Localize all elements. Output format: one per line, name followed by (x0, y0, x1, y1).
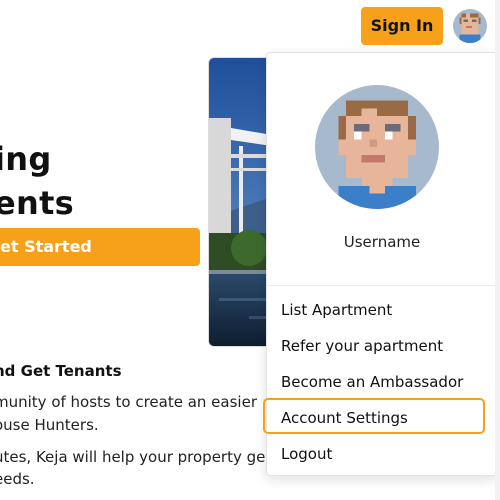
section-paragraph: munity of hosts to create an easier (0, 393, 257, 411)
section-heading: nd Get Tenants (0, 362, 122, 380)
menu-item-account-settings[interactable]: Account Settings (281, 409, 408, 427)
get-started-button[interactable]: et Started (0, 228, 200, 266)
section-paragraph: eeds. (0, 470, 35, 488)
page-scrollbar[interactable] (495, 0, 500, 500)
sign-in-button[interactable]: Sign In (361, 7, 443, 45)
profile-username: Username (343, 233, 421, 251)
hero-title-line2: ents (0, 184, 75, 222)
user-dropdown-menu: Username List Apartment Refer your apart… (263, 52, 498, 476)
menu-item-list-apartment[interactable]: List Apartment (281, 301, 392, 319)
menu-divider (267, 285, 497, 286)
user-avatar-icon[interactable] (453, 9, 487, 43)
hero-title-line1: ing (0, 140, 52, 178)
section-paragraph: utes, Keja will help your property ge (0, 448, 266, 466)
menu-item-refer-apartment[interactable]: Refer your apartment (281, 337, 443, 355)
menu-item-logout[interactable]: Logout (281, 445, 332, 463)
profile-avatar-icon (315, 85, 439, 209)
menu-item-become-ambassador[interactable]: Become an Ambassador (281, 373, 463, 391)
section-paragraph: ouse Hunters. (0, 416, 99, 434)
